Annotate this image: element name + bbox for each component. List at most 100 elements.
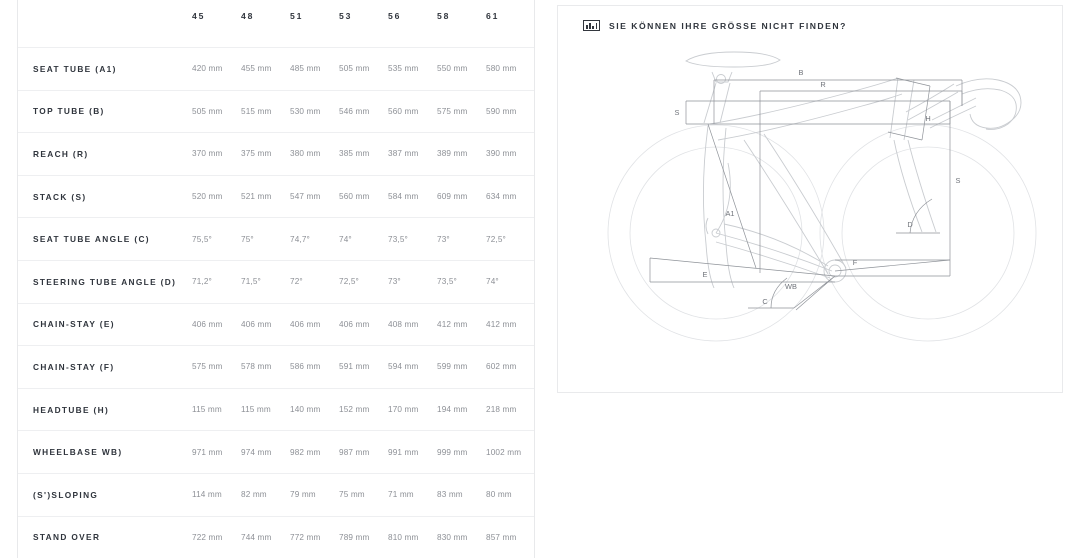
row-value: 602 mm	[486, 362, 517, 372]
row-value: 634 mm	[486, 192, 517, 202]
row-value: 72,5°	[339, 277, 359, 287]
row-value: 74°	[339, 234, 352, 244]
label-reach: R	[820, 80, 825, 89]
row-value: 387 mm	[388, 149, 419, 159]
row-value: 71,5°	[241, 277, 261, 287]
row-value: 74°	[486, 277, 499, 287]
row-label: TOP TUBE (B)	[33, 106, 105, 117]
row-value: 599 mm	[437, 362, 468, 372]
row-value: 82 mm	[241, 490, 267, 500]
header-size-48: 48	[241, 11, 255, 21]
row-value: 83 mm	[437, 490, 463, 500]
row-value: 505 mm	[192, 106, 223, 116]
row-value: 370 mm	[192, 149, 223, 159]
table-row: TOP TUBE (B) 505 mm 515 mm 530 mm 546 mm…	[18, 91, 534, 134]
label-headtube: H	[925, 114, 930, 123]
row-label: CHAIN-STAY (E)	[33, 319, 115, 330]
label-top-tube: B	[799, 68, 804, 77]
row-value: 75,5°	[192, 234, 212, 244]
row-label: SEAT TUBE (A1)	[33, 63, 117, 74]
row-value: 115 mm	[192, 405, 222, 415]
row-label: STEERING TUBE ANGLE (D)	[33, 276, 177, 287]
row-value: 546 mm	[339, 106, 370, 116]
size-guide-page: 45 48 51 53 56 58 61 SEAT TUBE (A1) 420 …	[0, 0, 1080, 558]
row-label: STAND OVER	[33, 532, 101, 543]
table-row: STAND OVER 722 mm 744 mm 772 mm 789 mm 8…	[18, 517, 534, 558]
row-value: 744 mm	[241, 532, 272, 542]
row-value: 114 mm	[192, 490, 222, 500]
row-value: 72°	[290, 277, 303, 287]
table-row: STEERING TUBE ANGLE (D) 71,2° 71,5° 72° …	[18, 261, 534, 304]
row-value: 530 mm	[290, 106, 321, 116]
row-value: 73,5°	[437, 277, 457, 287]
label-steering-tube-angle: D	[907, 220, 912, 229]
row-value: 505 mm	[339, 64, 370, 74]
table-header-row: 45 48 51 53 56 58 61	[18, 0, 534, 48]
header-size-61: 61	[486, 11, 500, 21]
row-value: 550 mm	[437, 64, 468, 74]
row-value: 987 mm	[339, 447, 370, 457]
row-value: 609 mm	[437, 192, 468, 202]
row-label: SEAT TUBE ANGLE (C)	[33, 234, 150, 245]
row-label: WHEELBASE WB)	[33, 447, 123, 458]
label-stack-top: S	[675, 108, 680, 117]
row-value: 584 mm	[388, 192, 419, 202]
row-value: 591 mm	[339, 362, 370, 372]
row-value: 406 mm	[241, 319, 272, 329]
row-label: HEADTUBE (H)	[33, 404, 110, 415]
row-value: 80 mm	[486, 490, 512, 500]
row-value: 590 mm	[486, 106, 517, 116]
row-value: 974 mm	[241, 447, 272, 457]
label-chainstay-e: E	[703, 270, 708, 279]
table-row: WHEELBASE WB) 971 mm 974 mm 982 mm 987 m…	[18, 431, 534, 474]
row-value: 515 mm	[241, 106, 272, 116]
row-value: 79 mm	[290, 490, 316, 500]
table-row: HEADTUBE (H) 115 mm 115 mm 140 mm 152 mm…	[18, 389, 534, 432]
header-size-51: 51	[290, 11, 304, 21]
row-value: 75°	[241, 234, 254, 244]
row-value: 71,2°	[192, 277, 212, 287]
row-value: 586 mm	[290, 362, 321, 372]
row-value: 991 mm	[388, 447, 419, 457]
row-value: 830 mm	[437, 532, 468, 542]
row-value: 810 mm	[388, 532, 419, 542]
row-value: 455 mm	[241, 64, 272, 74]
row-value: 578 mm	[241, 362, 272, 372]
table-row: CHAIN-STAY (E) 406 mm 406 mm 406 mm 406 …	[18, 304, 534, 347]
table-row: (S')SLOPING 114 mm 82 mm 79 mm 75 mm 71 …	[18, 474, 534, 517]
row-value: 375 mm	[241, 149, 272, 159]
dimension-lines-group	[649, 77, 963, 311]
row-value: 560 mm	[339, 192, 370, 202]
row-value: 560 mm	[388, 106, 419, 116]
row-label: REACH (R)	[33, 148, 89, 159]
row-value: 520 mm	[192, 192, 223, 202]
bike-body-group	[685, 51, 1022, 289]
bicycle-geometry-diagram: B R S S H A1 E F C D WB	[607, 51, 1037, 342]
row-value: 857 mm	[486, 532, 517, 542]
row-value: 999 mm	[437, 447, 468, 457]
table-row: REACH (R) 370 mm 375 mm 380 mm 385 mm 38…	[18, 133, 534, 176]
row-value: 218 mm	[486, 405, 517, 415]
size-help-panel: SIE KÖNNEN IHRE GRÖSSE NICHT FINDEN? B R…	[557, 5, 1063, 393]
row-value: 722 mm	[192, 532, 223, 542]
row-value: 789 mm	[339, 532, 370, 542]
row-value: 194 mm	[437, 405, 468, 415]
header-size-56: 56	[388, 11, 402, 21]
table-row: CHAIN-STAY (F) 575 mm 578 mm 586 mm 591 …	[18, 346, 534, 389]
header-size-45: 45	[192, 11, 206, 21]
label-stack-right: S	[956, 176, 961, 185]
row-value: 412 mm	[437, 319, 468, 329]
row-value: 412 mm	[486, 319, 517, 329]
row-value: 420 mm	[192, 64, 223, 74]
header-size-58: 58	[437, 11, 451, 21]
row-value: 575 mm	[437, 106, 468, 116]
row-value: 521 mm	[241, 192, 272, 202]
geometry-table: 45 48 51 53 56 58 61 SEAT TUBE (A1) 420 …	[17, 0, 535, 558]
row-label: (S')SLOPING	[33, 489, 99, 500]
row-value: 408 mm	[388, 319, 419, 329]
row-value: 115 mm	[241, 405, 271, 415]
row-value: 385 mm	[339, 149, 370, 159]
row-value: 772 mm	[290, 532, 321, 542]
label-chainstay-f: F	[853, 258, 858, 267]
row-value: 580 mm	[486, 64, 517, 74]
